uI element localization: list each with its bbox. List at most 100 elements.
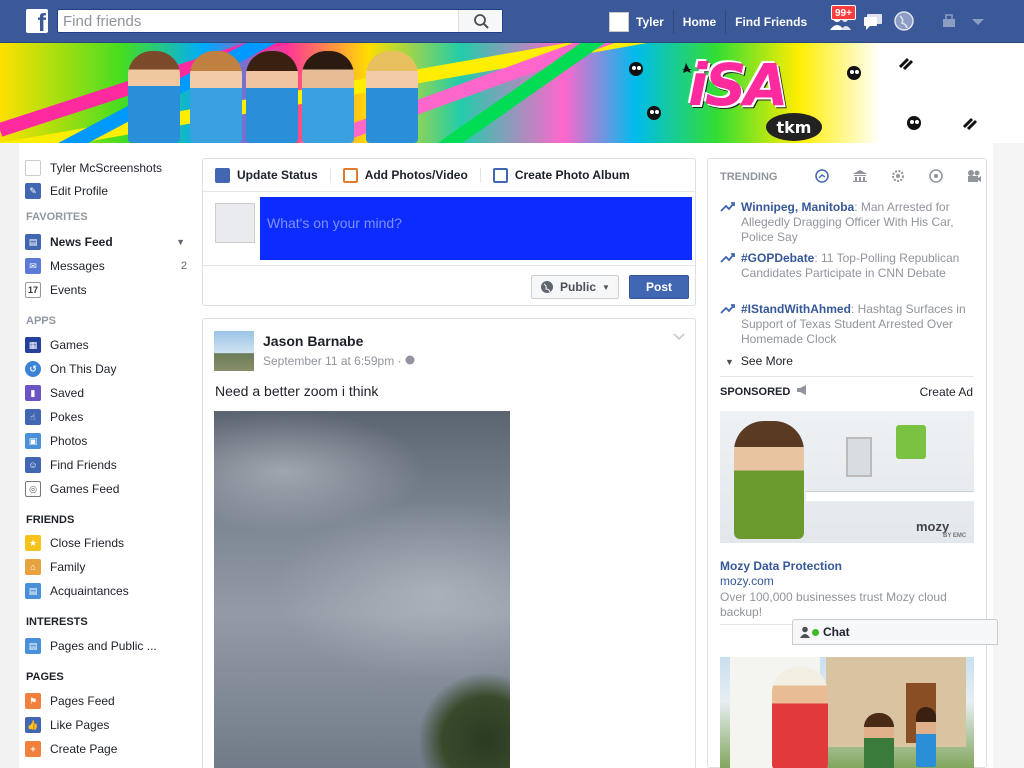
trending-item[interactable]: #IStandWithAhmed: Hashtag Surfaces in Su…: [720, 302, 978, 347]
sidebar-item-label: Pages and Public ...: [50, 639, 157, 653]
sidebar-item-pages-public[interactable]: ▤ Pages and Public ...: [25, 636, 157, 656]
privacy-shortcuts-icon[interactable]: [938, 10, 962, 32]
sidebar-item-label: Close Friends: [50, 536, 125, 550]
messages-jewel-icon[interactable]: [862, 10, 886, 32]
government-building-icon: [853, 170, 867, 182]
trending-arrow-icon: [720, 304, 735, 314]
page-wallpaper-left: [0, 143, 19, 768]
friends-heading: FRIENDS: [26, 514, 75, 526]
edit-profile-link[interactable]: ✎ Edit Profile: [25, 181, 108, 201]
album-icon: [492, 167, 508, 183]
ad-title[interactable]: Mozy Data Protection: [720, 559, 842, 573]
ad-person: [734, 421, 804, 539]
events-icon: 17: [25, 282, 41, 298]
sidebar-item-on-this-day[interactable]: ↺ On This Day: [25, 359, 116, 379]
close-friends-star-icon: ★: [25, 535, 41, 551]
sidebar-item-label: Family: [50, 560, 86, 574]
account-menu-chevron-down-icon[interactable]: [966, 10, 990, 32]
ad-person: [916, 707, 936, 767]
privacy-selector-button[interactable]: Public ▼: [531, 275, 619, 299]
nav-links: Tyler Home Find Friends: [600, 0, 816, 43]
tab-trending-sports[interactable]: [917, 169, 955, 183]
edit-pencil-icon: ✎: [25, 183, 41, 199]
notifications-globe-icon[interactable]: [892, 10, 916, 32]
sidebar-item-photos[interactable]: ▣ Photos: [25, 431, 87, 451]
story-photo[interactable]: [214, 411, 510, 768]
ad-url[interactable]: mozy.com: [720, 574, 774, 588]
games-feed-controller-icon: ◎: [25, 481, 41, 497]
tab-create-photo-album[interactable]: Create Photo Album: [492, 167, 642, 183]
sidebar-item-family[interactable]: ⌂ Family: [25, 557, 85, 577]
sidebar-item-pokes[interactable]: ☝ Pokes: [25, 407, 83, 427]
sidebar-item-news-feed[interactable]: ▤ News Feed ▼: [25, 232, 185, 252]
profile-link[interactable]: Tyler: [600, 9, 674, 34]
trending-category-tabs: [803, 169, 993, 183]
trending-topic[interactable]: Winnipeg, Manitoba: [741, 200, 854, 214]
search-button[interactable]: [458, 10, 502, 32]
author-link[interactable]: Jason Barnabe: [263, 333, 363, 349]
banner-person: [302, 51, 354, 143]
timestamp[interactable]: September 11 at 6:59pm: [263, 354, 394, 368]
see-more-link[interactable]: ▼ See More: [725, 354, 793, 368]
profile-name: Tyler: [636, 14, 664, 29]
tab-trending-top[interactable]: [803, 169, 841, 183]
sidebar-item-label: Events: [50, 283, 87, 297]
tab-label: Add Photos/Video: [364, 168, 468, 182]
caret-down-icon[interactable]: ▼: [176, 237, 185, 247]
tab-update-status[interactable]: Update Status: [215, 167, 331, 183]
sidebar-item-find-friends[interactable]: ☺ Find Friends: [25, 455, 117, 475]
profile-link-left[interactable]: Tyler McScreenshots: [25, 158, 162, 178]
facebook-logo-icon[interactable]: f: [26, 9, 48, 33]
privacy-label: Public: [560, 280, 597, 294]
sidebar-item-messages[interactable]: ✉ Messages 2: [25, 256, 187, 276]
trending-topic[interactable]: #GOPDebate: [741, 251, 814, 265]
sidebar-item-close-friends[interactable]: ★ Close Friends: [25, 533, 124, 553]
tab-trending-science[interactable]: [879, 169, 917, 183]
sidebar-item-acquaintances[interactable]: ▤ Acquaintances: [25, 581, 129, 601]
author-avatar[interactable]: [214, 331, 254, 371]
sidebar-item-label: Messages: [50, 259, 105, 273]
sidebar-item-games[interactable]: ▦ Games: [25, 335, 89, 355]
ad-person: [772, 667, 828, 768]
sidebar-item-label: Acquaintances: [50, 584, 129, 598]
sidebar-item-like-pages[interactable]: 👍 Like Pages: [25, 715, 109, 735]
sidebar-item-label: Pages Feed: [50, 694, 115, 708]
chat-sidebar-tab[interactable]: Chat: [792, 619, 998, 645]
building-badge-icon: [896, 425, 926, 459]
search-input[interactable]: [58, 10, 448, 32]
sidebar-item-games-feed[interactable]: ◎ Games Feed: [25, 479, 119, 499]
guitar-logo-icon: tkm: [766, 113, 822, 141]
trending-item[interactable]: Winnipeg, Manitoba: Man Arrested for All…: [720, 200, 978, 245]
megaphone-icon: [797, 385, 807, 395]
ad-image-second[interactable]: [720, 657, 974, 768]
ad-image-mozy[interactable]: mozy BY EMC: [720, 411, 974, 543]
find-friends-link[interactable]: Find Friends: [726, 10, 816, 34]
home-link[interactable]: Home: [674, 9, 727, 34]
saved-bookmark-icon: ▮: [25, 385, 41, 401]
sidebar-item-saved[interactable]: ▮ Saved: [25, 383, 84, 403]
skull-doodles-icon: [629, 62, 692, 120]
public-globe-icon: [405, 355, 415, 365]
trending-topic[interactable]: #IStandWithAhmed: [741, 302, 851, 316]
trending-item[interactable]: #GOPDebate: 11 Top-Polling Republican Ca…: [720, 251, 978, 281]
left-navigation: Tyler McScreenshots ✎ Edit Profile FAVOR…: [19, 143, 191, 768]
science-gear-icon: [892, 170, 904, 182]
sponsored-heading: SPONSORED: [720, 385, 808, 398]
tab-trending-politics[interactable]: [841, 169, 879, 183]
skull-doodles-right-icon: [847, 57, 978, 131]
chat-label: Chat: [823, 625, 850, 639]
tab-add-photos-video[interactable]: Add Photos/Video: [342, 167, 481, 183]
post-button[interactable]: Post: [629, 275, 689, 299]
sidebar-item-create-page[interactable]: + Create Page: [25, 739, 117, 759]
sidebar-item-pages-feed[interactable]: ⚑ Pages Feed: [25, 691, 115, 711]
tab-trending-entertainment[interactable]: [955, 169, 993, 183]
pages-feed-flag-icon: ⚑: [25, 693, 41, 709]
status-input[interactable]: [260, 197, 692, 260]
friend-requests-badge: 99+: [831, 5, 856, 20]
sidebar-item-events[interactable]: 17 Events: [25, 280, 87, 300]
create-ad-link[interactable]: Create Ad: [920, 385, 973, 399]
ad-monitor: [846, 437, 872, 477]
interests-heading: INTERESTS: [26, 616, 88, 628]
feed-story: Jason Barnabe September 11 at 6:59pm · N…: [202, 318, 696, 768]
story-options-chevron-icon[interactable]: [673, 333, 685, 341]
